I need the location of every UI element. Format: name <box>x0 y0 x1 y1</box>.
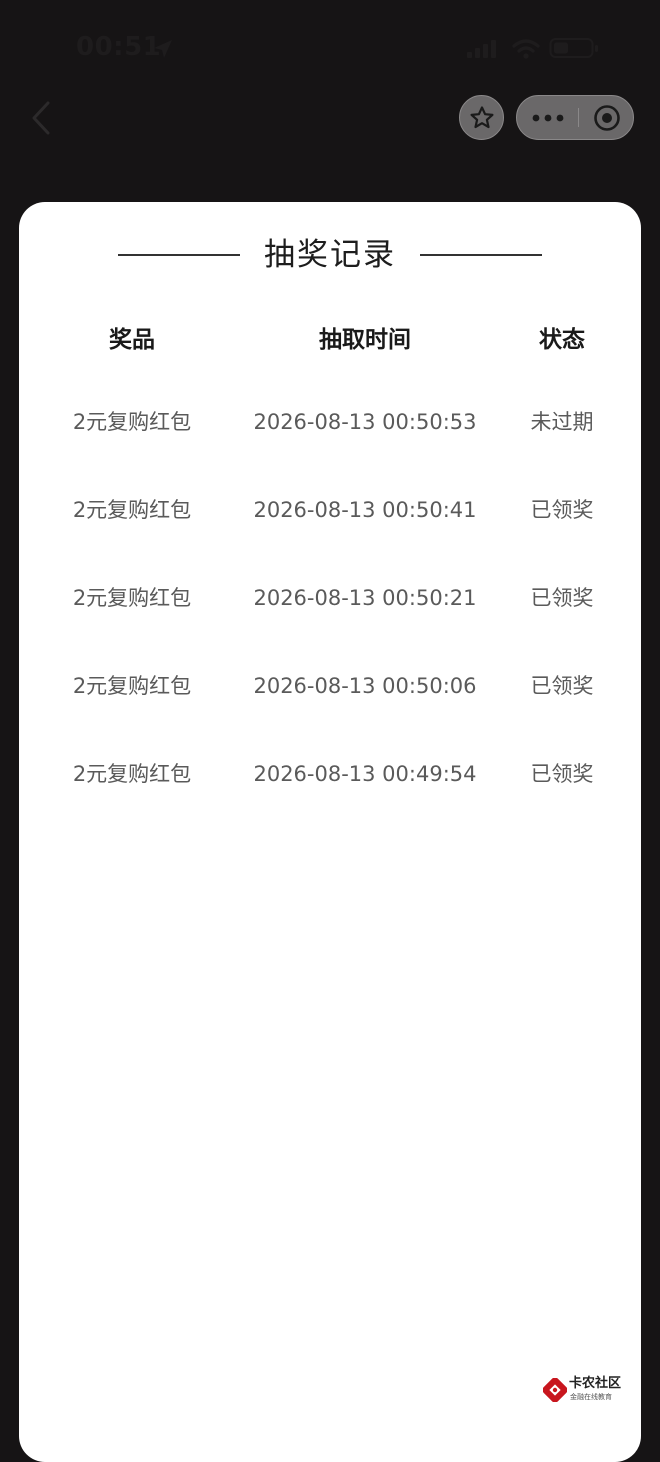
more-dots-icon <box>532 114 564 121</box>
title-row: 抽奖记录 <box>0 232 660 278</box>
back-chevron-icon[interactable] <box>28 100 54 136</box>
target-close-icon <box>593 104 620 131</box>
table-row: 2元复购红包 2026-08-13 00:50:21 已领奖 <box>0 578 660 618</box>
row-time: 2026-08-13 00:50:21 <box>253 586 477 610</box>
close-mini-program-button[interactable] <box>579 96 634 139</box>
mini-program-capsule <box>516 95 634 140</box>
cellular-signal-icon <box>467 40 496 58</box>
row-status: 已领奖 <box>530 498 594 522</box>
kanong-logo-icon <box>543 1378 567 1402</box>
watermark-subtitle: 金融在线教育 <box>570 1393 612 1401</box>
status-bar: 00:51 <box>0 0 660 96</box>
row-prize: 2元复购红包 <box>72 762 192 786</box>
row-time: 2026-08-13 00:49:54 <box>253 762 477 786</box>
row-status: 已领奖 <box>530 762 594 786</box>
row-time: 2026-08-13 00:50:53 <box>253 410 477 434</box>
row-prize: 2元复购红包 <box>72 674 192 698</box>
row-status: 未过期 <box>530 410 594 434</box>
location-arrow-icon <box>154 40 172 58</box>
title-divider-right <box>420 254 542 256</box>
table-row: 2元复购红包 2026-08-13 00:50:06 已领奖 <box>0 666 660 706</box>
table-header: 奖品 抽取时间 状态 <box>0 320 660 360</box>
watermark: 卡农社区 金融在线教育 <box>543 1376 627 1406</box>
row-status: 已领奖 <box>530 586 594 610</box>
column-header-time: 抽取时间 <box>319 327 411 353</box>
watermark-title: 卡农社区 <box>569 1376 622 1391</box>
star-icon <box>470 105 493 128</box>
wifi-icon <box>512 39 540 59</box>
column-header-status: 状态 <box>539 327 585 353</box>
status-time: 00:51 <box>76 32 162 62</box>
favorite-button[interactable] <box>459 95 504 140</box>
table-row: 2元复购红包 2026-08-13 00:49:54 已领奖 <box>0 754 660 794</box>
column-header-prize: 奖品 <box>109 327 155 353</box>
more-button[interactable] <box>517 96 579 139</box>
row-prize: 2元复购红包 <box>72 586 192 610</box>
row-prize: 2元复购红包 <box>72 498 192 522</box>
title-divider-left <box>118 254 240 256</box>
table-row: 2元复购红包 2026-08-13 00:50:41 已领奖 <box>0 490 660 530</box>
lottery-record-card <box>19 202 641 1462</box>
row-status: 已领奖 <box>530 674 594 698</box>
page-title: 抽奖记录 <box>264 237 396 273</box>
row-time: 2026-08-13 00:50:06 <box>253 674 477 698</box>
row-time: 2026-08-13 00:50:41 <box>253 498 477 522</box>
battery-icon <box>549 38 598 58</box>
row-prize: 2元复购红包 <box>72 410 192 434</box>
table-row: 2元复购红包 2026-08-13 00:50:53 未过期 <box>0 402 660 442</box>
